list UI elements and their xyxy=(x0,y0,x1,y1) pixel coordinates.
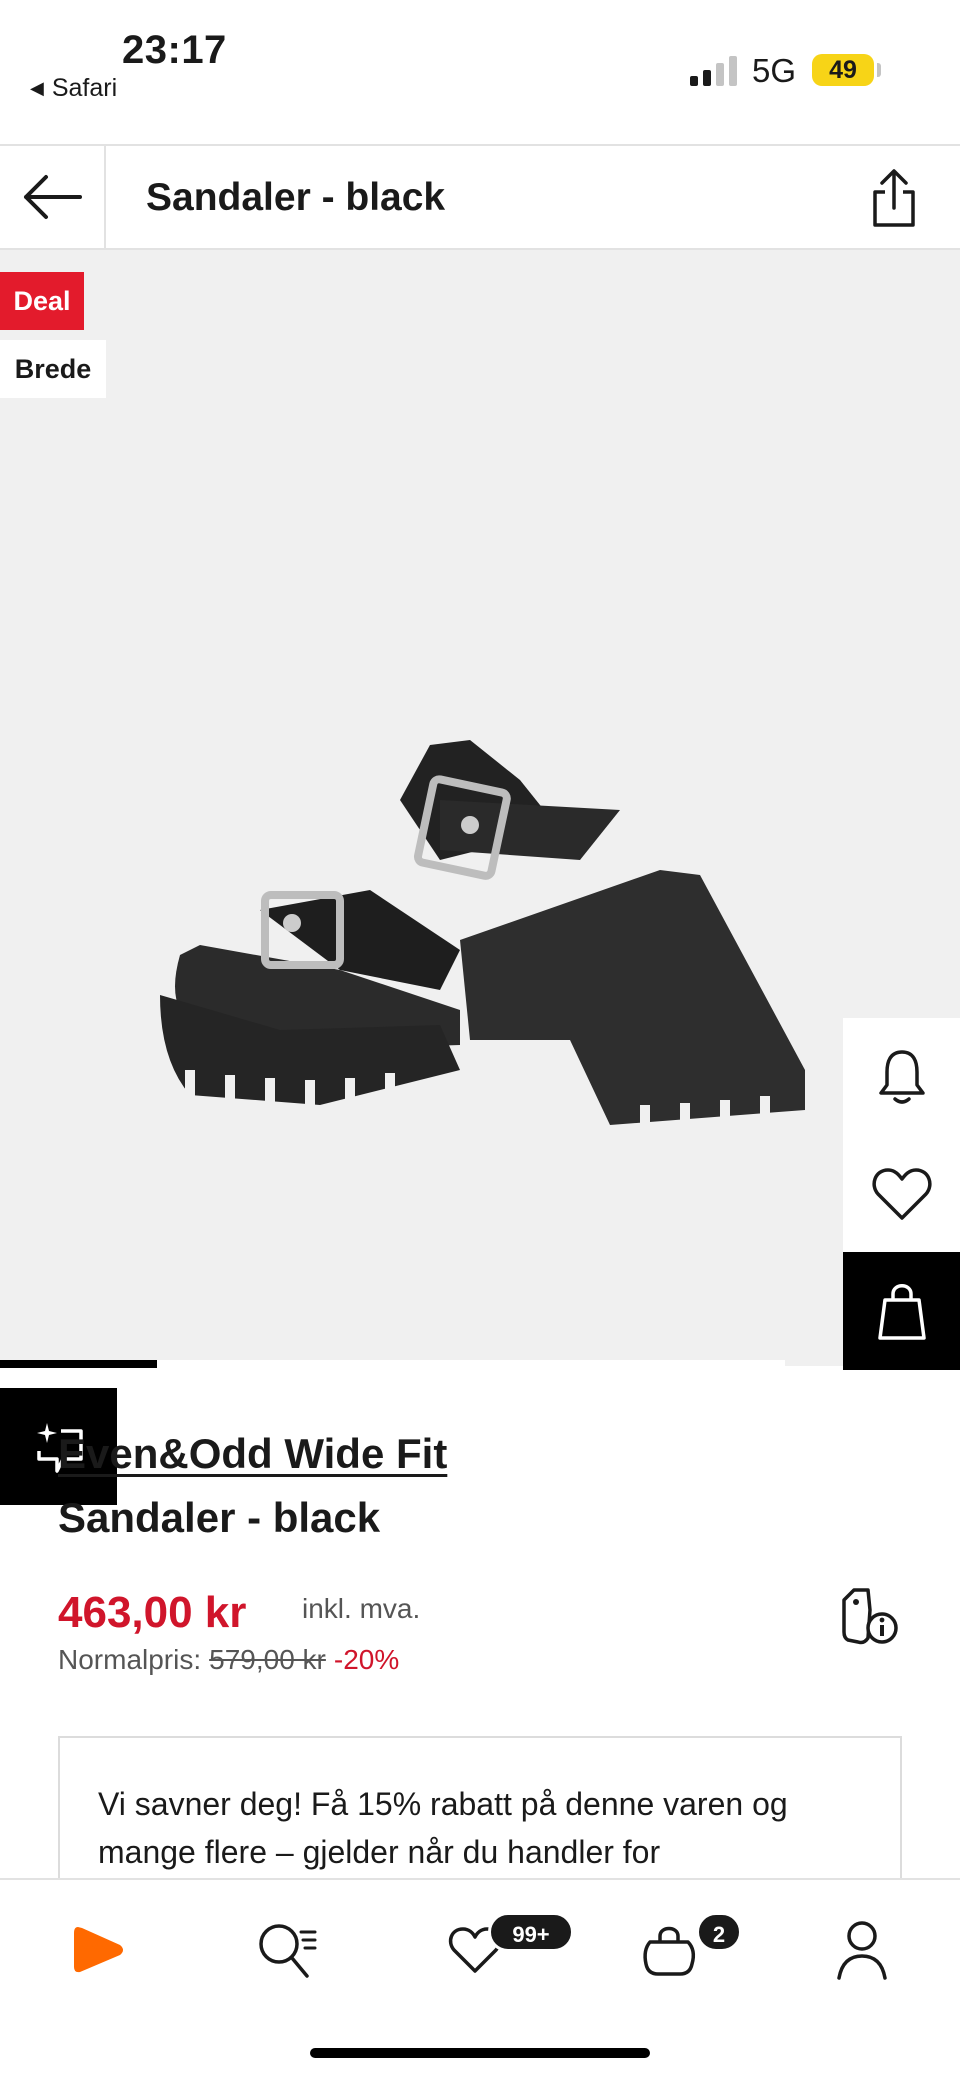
product-header: Sandaler - black xyxy=(0,144,960,250)
battery-level: 49 xyxy=(812,54,874,86)
battery-cap xyxy=(877,63,881,77)
network-type: 5G xyxy=(752,52,797,89)
share-icon xyxy=(873,169,915,227)
carousel-active-segment xyxy=(0,1360,157,1368)
sandal-image xyxy=(160,740,805,1125)
price-info-button[interactable] xyxy=(840,1586,900,1646)
bell-icon xyxy=(878,1049,925,1104)
discount-percent: -20% xyxy=(333,1644,400,1675)
product-name: Sandaler - black xyxy=(58,1494,381,1541)
search-icon xyxy=(259,1924,317,1978)
normal-price-row: Normalpris: 579,00 kr -20% xyxy=(58,1644,399,1676)
old-price: 579,00 kr xyxy=(209,1644,326,1675)
home-icon xyxy=(74,1927,123,1973)
nav-home[interactable] xyxy=(58,1910,138,1990)
price-tag-info-icon xyxy=(842,1588,898,1645)
wishlist-count-badge: 99+ xyxy=(488,1912,574,1952)
promo-text: Vi savner deg! Få 15% rabatt på denne va… xyxy=(98,1786,788,1870)
nav-profile[interactable] xyxy=(822,1910,902,1990)
side-actions xyxy=(843,1018,960,1370)
status-time: 23:17 xyxy=(122,28,227,72)
share-button[interactable] xyxy=(864,166,924,230)
back-to-app[interactable]: ◀ Safari xyxy=(30,74,117,103)
current-price: 463,00 kr xyxy=(58,1588,247,1637)
arrow-left-icon xyxy=(24,175,82,219)
vat-note: inkl. mva. xyxy=(302,1593,421,1624)
back-button[interactable] xyxy=(0,146,106,248)
brand-link[interactable]: Even&Odd Wide Fit xyxy=(58,1430,447,1478)
status-bar: 23:17 ◀ Safari 5G 49 xyxy=(0,0,960,144)
image-carousel-indicator xyxy=(0,1360,960,1368)
nav-search[interactable] xyxy=(247,1910,327,1990)
fit-badge: Brede xyxy=(0,340,106,398)
cart-icon xyxy=(643,1926,696,1976)
heart-icon xyxy=(871,1167,932,1220)
profile-icon xyxy=(837,1921,887,1980)
page-title: Sandaler - black xyxy=(146,176,446,219)
home-indicator[interactable] xyxy=(310,2048,650,2058)
normal-price-label: Normalpris: xyxy=(58,1644,202,1675)
cellular-signal-icon xyxy=(690,56,737,86)
back-app-label: Safari xyxy=(51,74,118,102)
add-to-bag-button[interactable] xyxy=(843,1252,960,1370)
notify-button[interactable] xyxy=(843,1018,960,1135)
bag-icon xyxy=(877,1284,926,1340)
deal-badge: Deal xyxy=(0,272,84,330)
back-triangle-icon: ◀ xyxy=(30,78,44,98)
wishlist-button[interactable] xyxy=(843,1135,960,1252)
cart-count-badge: 2 xyxy=(696,1912,742,1952)
